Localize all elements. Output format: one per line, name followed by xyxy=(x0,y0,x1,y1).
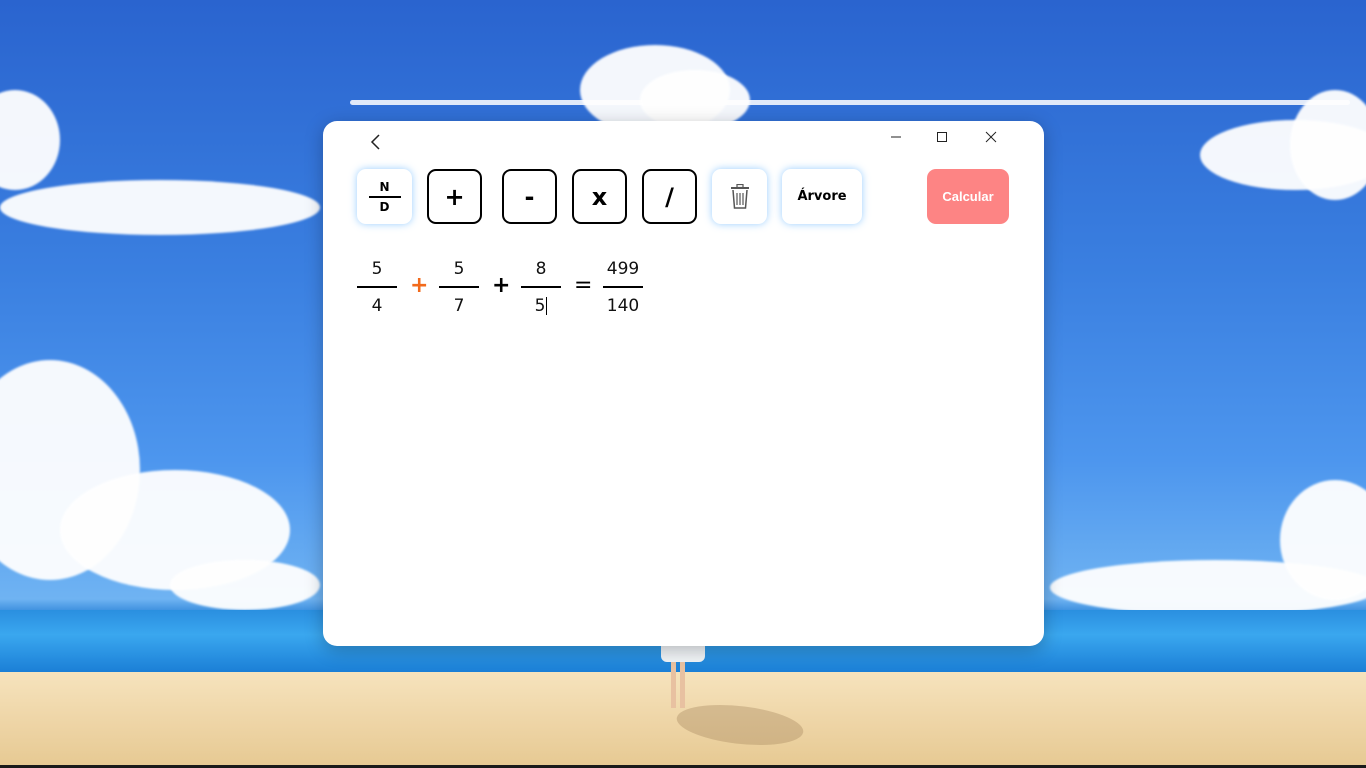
minimize-button[interactable] xyxy=(873,121,919,153)
numerator[interactable]: 8 xyxy=(536,257,547,281)
operator-1[interactable]: + xyxy=(410,274,428,298)
fraction-bar-icon xyxy=(368,195,401,198)
denominator-active[interactable]: 5 xyxy=(535,294,548,318)
maximize-icon xyxy=(937,132,947,142)
minimize-icon xyxy=(891,136,901,138)
minus-label: - xyxy=(524,182,535,211)
maximize-button[interactable] xyxy=(919,121,965,153)
calculate-label: Calcular xyxy=(942,189,994,204)
numerator-label: N xyxy=(379,179,390,194)
fraction-line xyxy=(357,286,397,288)
chevron-left-icon xyxy=(370,134,380,150)
result-denominator: 140 xyxy=(606,296,640,316)
trash-icon xyxy=(730,183,749,209)
fraction-term-2[interactable]: 5 7 xyxy=(439,257,479,318)
minus-button[interactable]: - xyxy=(502,169,557,224)
denominator-label: D xyxy=(379,199,390,214)
text-caret xyxy=(546,297,548,315)
result-fraction: 499 140 xyxy=(603,257,643,318)
fraction-calculator-window: N D + - x / Árvore Calcular 5 4 + 5 7 + … xyxy=(323,121,1044,646)
delete-button[interactable] xyxy=(712,169,767,224)
back-button[interactable] xyxy=(361,127,391,157)
fraction-line xyxy=(521,286,561,288)
multiply-button[interactable]: x xyxy=(572,169,627,224)
tree-button[interactable]: Árvore xyxy=(782,169,862,224)
calculate-button[interactable]: Calcular xyxy=(927,169,1009,224)
result-numerator: 499 xyxy=(606,259,640,279)
fraction-line xyxy=(439,286,479,288)
denominator[interactable]: 7 xyxy=(454,294,465,318)
denominator[interactable]: 5 xyxy=(535,296,546,316)
numerator[interactable]: 5 xyxy=(454,257,465,281)
numerator[interactable]: 5 xyxy=(372,257,383,281)
multiply-label: x xyxy=(591,182,608,211)
denominator[interactable]: 4 xyxy=(372,294,383,318)
divide-label: / xyxy=(665,182,674,211)
divide-button[interactable]: / xyxy=(642,169,697,224)
fraction-line xyxy=(603,286,643,288)
plus-button[interactable]: + xyxy=(427,169,482,224)
fraction-term-1[interactable]: 5 4 xyxy=(357,257,397,318)
operator-2[interactable]: + xyxy=(492,274,510,298)
fraction-term-3[interactable]: 8 5 xyxy=(521,257,561,318)
close-icon xyxy=(985,131,997,143)
equals-sign: = xyxy=(574,273,593,298)
plus-label: + xyxy=(444,182,465,211)
tree-label: Árvore xyxy=(797,189,847,204)
close-button[interactable] xyxy=(968,121,1014,153)
fraction-button[interactable]: N D xyxy=(357,169,412,224)
